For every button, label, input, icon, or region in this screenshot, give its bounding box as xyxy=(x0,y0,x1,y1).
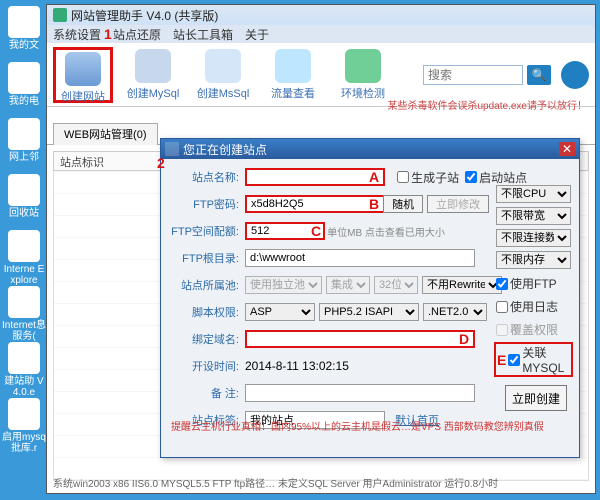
label-ftp-pwd: FTP密码: xyxy=(169,196,239,212)
select-pool[interactable]: 使用独立池 xyxy=(245,276,322,294)
menu-about[interactable]: 关于 xyxy=(245,26,269,42)
select-rewrite[interactable]: 不用Rewrite xyxy=(422,276,502,294)
input-site-name[interactable] xyxy=(245,168,385,186)
select-asp[interactable]: ASP xyxy=(245,303,315,321)
label-ftp-quota: FTP空间配额: xyxy=(169,223,239,239)
desktop-icon[interactable]: Internet息服务( xyxy=(2,286,46,336)
tool-create-site[interactable]: 创建网站 xyxy=(53,47,113,103)
open-time-value: 2014-8-11 13:02:15 xyxy=(245,359,349,373)
input-ftp-quota[interactable] xyxy=(245,222,325,240)
input-remark[interactable] xyxy=(245,384,475,402)
desktop-icon[interactable]: 网上邻 xyxy=(2,118,46,168)
select-php[interactable]: PHP5.2 ISAPI xyxy=(319,303,419,321)
label-ftp-root: FTP根目录: xyxy=(169,250,239,266)
menu-tools[interactable]: 站长工具箱 xyxy=(173,26,233,42)
search-button[interactable]: 🔍 xyxy=(527,65,551,85)
dialog-icon xyxy=(165,142,179,156)
desktop: 我的文 我的电 网上邻 回收站 Interne Explore Internet… xyxy=(0,0,50,500)
desktop-icon[interactable]: 启用mysq 批库.r xyxy=(2,398,46,448)
random-button[interactable]: 随机 xyxy=(383,195,423,213)
dialog-body: 2 站点名称: A 生成子站 启动站点 FTP密码: B 随机 立即修改 FTP… xyxy=(161,159,579,439)
marker-e: E xyxy=(497,352,506,368)
select-net[interactable]: .NET2.0 xyxy=(423,303,487,321)
tool-env[interactable]: 环境检测 xyxy=(333,47,393,103)
apply-button: 立即修改 xyxy=(427,195,489,213)
desktop-icon[interactable]: Interne Explore xyxy=(2,230,46,280)
input-ftp-pwd[interactable] xyxy=(245,195,385,213)
create-site-dialog: 您正在创建站点 ✕ 2 站点名称: A 生成子站 启动站点 FTP密码: B 随… xyxy=(160,138,580,458)
warning-note: 某些杀毒软件会误杀update.exe请予以放行！ xyxy=(388,97,588,112)
dialog-titlebar[interactable]: 您正在创建站点 ✕ xyxy=(161,139,579,159)
chk-gen-child[interactable] xyxy=(397,171,409,183)
window-title: 网站管理助手 V4.0 (共享版) xyxy=(71,7,218,24)
chk-start-site[interactable] xyxy=(465,171,477,183)
col-site-id[interactable]: 站点标识 xyxy=(54,152,161,170)
status-bar: 系统win2003 x86 IIS6.0 MYSQL5.5 FTP ftp路径…… xyxy=(53,475,589,491)
dialog-tip: 提醒云主机行业真相！国内95%以上的云主机是假云…是VPS 西部数码教您辨别真假 xyxy=(171,418,544,433)
tool-create-mysql[interactable]: 创建MySql xyxy=(123,47,183,103)
select-cpu[interactable]: 不限CPU xyxy=(496,185,571,203)
select-bits: 32位 xyxy=(374,276,418,294)
label-bind: 绑定域名: xyxy=(169,331,239,347)
window-titlebar: 网站管理助手 V4.0 (共享版) xyxy=(47,5,595,25)
select-bandwidth[interactable]: 不限带宽 xyxy=(496,207,571,225)
desktop-icon[interactable]: 我的文 xyxy=(2,6,46,56)
tab-web-manage[interactable]: WEB网站管理(0) xyxy=(53,123,158,145)
desktop-icon[interactable]: 回收站 xyxy=(2,174,46,224)
label-script: 脚本权限: xyxy=(169,304,239,320)
dialog-close-button[interactable]: ✕ xyxy=(559,142,575,156)
chk-overwrite xyxy=(496,324,508,336)
search-box: 🔍 xyxy=(423,61,589,89)
menubar: 系统设置 站点还原 站长工具箱 关于 xyxy=(47,25,595,43)
desktop-icon[interactable]: 我的电 xyxy=(2,62,46,112)
label-site-name: 站点名称: xyxy=(169,169,239,185)
desktop-icon[interactable]: 建站助 V4.0.e xyxy=(2,342,46,392)
select-mode: 集成 xyxy=(326,276,370,294)
select-mem[interactable]: 不限内存 xyxy=(496,251,571,269)
tool-traffic[interactable]: 流量查看 xyxy=(263,47,323,103)
chk-mysql[interactable] xyxy=(508,354,520,366)
search-icon: 🔍 xyxy=(532,68,547,82)
menu-restore[interactable]: 站点还原 xyxy=(113,26,161,42)
label-open-time: 开设时间: xyxy=(169,358,239,374)
tool-create-mssql[interactable]: 创建MsSql xyxy=(193,47,253,103)
menu-system[interactable]: 系统设置 xyxy=(53,26,101,42)
dialog-title: 您正在创建站点 xyxy=(183,141,267,158)
chk-use-ftp[interactable] xyxy=(496,278,508,290)
input-ftp-root[interactable] xyxy=(245,249,475,267)
label-pool: 站点所属池: xyxy=(169,277,239,293)
app-icon xyxy=(53,8,67,22)
cloud-icon[interactable] xyxy=(561,61,589,89)
create-button[interactable]: 立即创建 xyxy=(505,385,567,411)
select-conn[interactable]: 不限连接数 xyxy=(496,229,571,247)
input-bind-domain[interactable] xyxy=(245,330,475,348)
label-remark: 备 注: xyxy=(169,385,239,401)
chk-use-log[interactable] xyxy=(496,301,508,313)
search-input[interactable] xyxy=(423,65,523,85)
quota-hint: 单位MB 点击查看已用大小 xyxy=(327,224,445,239)
dialog-side: 不限CPU 不限带宽 不限连接数 不限内存 使用FTP 使用日志 覆盖权限 E … xyxy=(496,185,571,375)
